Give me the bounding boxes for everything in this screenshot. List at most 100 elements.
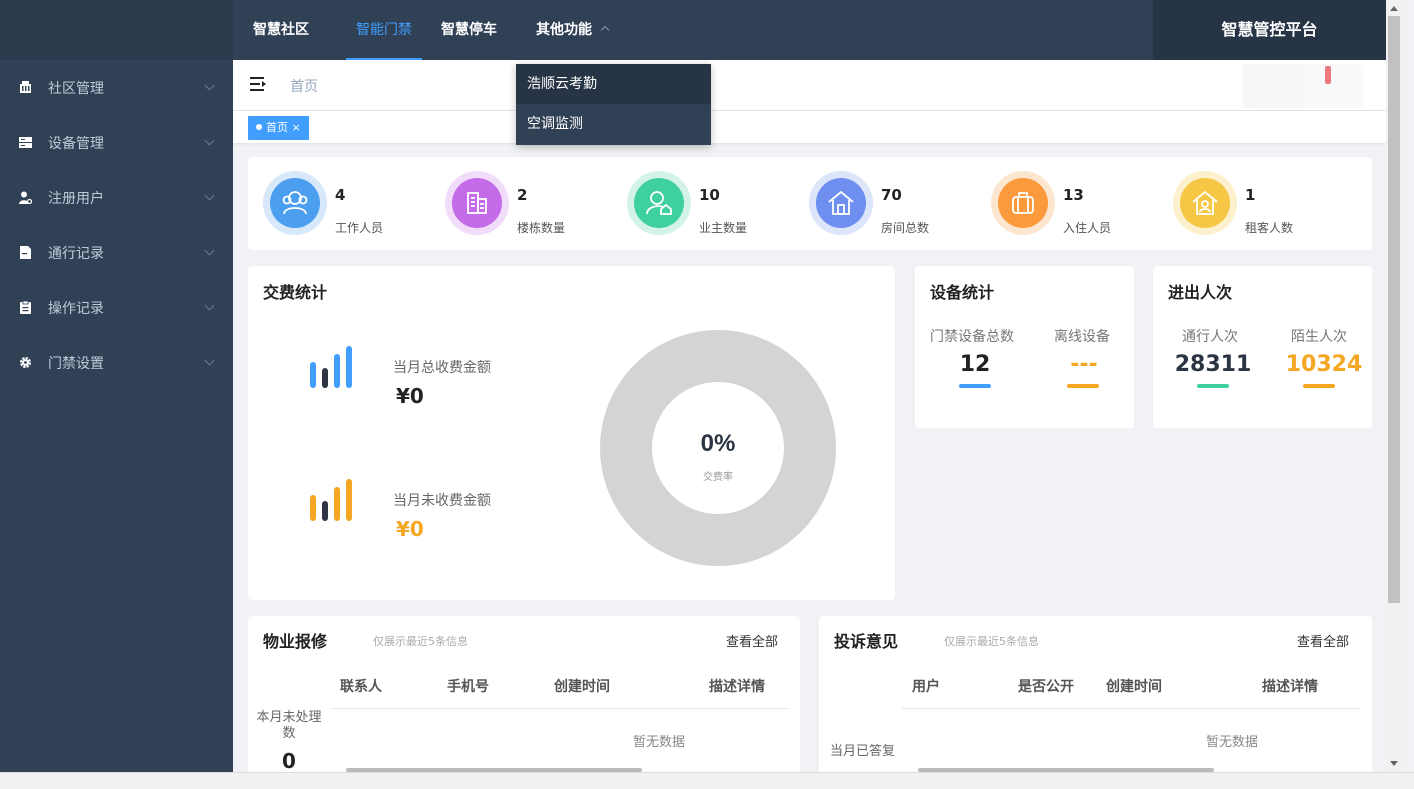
user-icon xyxy=(18,191,32,205)
complaints-col-user: 用户 xyxy=(912,679,940,695)
complaints-card: 投诉意见 仅展示最近5条信息 查看全部 用户 是否公开 创建时间 描述详情 当月… xyxy=(819,616,1372,772)
device-offline-value: --- xyxy=(1070,352,1098,377)
stat-buildings-num: 2 xyxy=(517,186,528,204)
sidebar-item-label: 社区管理 xyxy=(48,80,104,97)
chevron-down-icon xyxy=(204,300,215,311)
summary-stats-card: 4 工作人员 2 楼栋数量 10 业主数量 70 房间总数 13 入住人员 1 … xyxy=(248,157,1372,250)
breadcrumb[interactable]: 首页 xyxy=(290,76,318,96)
traffic-stats-title: 进出人次 xyxy=(1168,283,1233,302)
tab-smart-access[interactable]: 智能门禁 xyxy=(346,0,422,60)
people-icon xyxy=(270,178,320,228)
building-icon xyxy=(18,81,32,95)
chevron-down-icon xyxy=(204,135,215,146)
collected-value: ¥0 xyxy=(396,384,424,408)
document-icon xyxy=(18,246,32,260)
tab-other-functions[interactable]: 其他功能 xyxy=(536,0,610,60)
stat-staff-num: 4 xyxy=(335,186,346,204)
owner-icon xyxy=(634,178,684,228)
chevron-down-icon xyxy=(204,80,215,91)
top-navbar: 智慧社区 智能门禁 智慧停车 其他功能 智慧管控平台 xyxy=(233,0,1386,60)
donut-rate-value: 0% xyxy=(701,430,736,457)
stat-owners-num: 10 xyxy=(699,186,720,204)
menu-toggle-icon[interactable] xyxy=(250,77,266,91)
dropdown-item-ac-monitor[interactable]: 空调监测 xyxy=(516,104,711,144)
page-vertical-scrollbar[interactable] xyxy=(1386,0,1404,772)
main-content: 4 工作人员 2 楼栋数量 10 业主数量 70 房间总数 13 入住人员 1 … xyxy=(233,143,1386,772)
sidebar-item-access-records[interactable]: 通行记录 xyxy=(0,225,233,280)
sidebar: 社区管理 设备管理 注册用户 通行记录 操作记录 门禁设置 xyxy=(0,0,233,772)
tag-home[interactable]: 首页 × xyxy=(248,116,309,140)
device-total-label: 门禁设备总数 xyxy=(930,329,1014,345)
stat-tenants: 1 租客人数 xyxy=(1158,163,1338,243)
complaints-view-all-link[interactable]: 查看全部 xyxy=(1297,631,1349,650)
repairs-note: 仅展示最近5条信息 xyxy=(373,635,468,648)
avatar[interactable] xyxy=(1242,64,1364,108)
tab-other-functions-label: 其他功能 xyxy=(536,22,592,38)
complaints-answered-label: 当月已答复 xyxy=(829,744,895,759)
breadcrumb-bar: 首页 xyxy=(233,60,1386,111)
sidebar-item-devices[interactable]: 设备管理 xyxy=(0,115,233,170)
scroll-up-arrow-icon[interactable] xyxy=(1390,6,1398,11)
stat-residents: 13 入住人员 xyxy=(976,163,1156,243)
complaints-col-public: 是否公开 xyxy=(1018,679,1074,695)
complaints-title: 投诉意见 xyxy=(834,632,899,651)
repairs-view-all-link[interactable]: 查看全部 xyxy=(726,631,778,650)
stat-buildings-icon-bg xyxy=(445,171,509,235)
platform-title: 智慧管控平台 xyxy=(1153,0,1386,60)
stat-tenants-label: 租客人数 xyxy=(1245,221,1294,235)
house-icon xyxy=(816,178,866,228)
dropdown-item-attendance[interactable]: 浩顺云考勤 xyxy=(516,64,711,104)
stat-buildings-label: 楼栋数量 xyxy=(517,221,566,235)
pass-count-underline xyxy=(1197,384,1229,388)
device-stats-title: 设备统计 xyxy=(930,283,995,302)
collected-label: 当月总收费金额 xyxy=(393,360,491,376)
sidebar-item-access-settings[interactable]: 门禁设置 xyxy=(0,335,233,390)
tenant-house-icon xyxy=(1180,178,1230,228)
device-offline-label: 离线设备 xyxy=(1054,329,1110,345)
repairs-title: 物业报修 xyxy=(263,632,328,651)
sidebar-item-label: 注册用户 xyxy=(48,190,104,207)
complaints-note: 仅展示最近5条信息 xyxy=(944,635,1039,648)
repairs-unprocessed-value: 0 xyxy=(282,749,296,772)
stat-staff-label: 工作人员 xyxy=(335,221,384,235)
fee-stats-card: 交费统计 当月总收费金额 ¥0 当月未收费金额 ¥0 0% 交费率 xyxy=(248,266,895,600)
pass-count-label: 通行人次 xyxy=(1182,329,1238,345)
stranger-count-label: 陌生人次 xyxy=(1291,329,1347,345)
sidebar-item-label: 设备管理 xyxy=(48,135,104,152)
bar-chart-icon-orange xyxy=(308,479,358,521)
stat-tenants-num: 1 xyxy=(1245,186,1256,204)
chevron-down-icon xyxy=(204,190,215,201)
complaints-col-created: 创建时间 xyxy=(1106,679,1162,695)
device-stats-card: 设备统计 门禁设备总数 12 离线设备 --- xyxy=(915,266,1134,428)
sidebar-item-operation-log[interactable]: 操作记录 xyxy=(0,280,233,335)
repairs-col-contact: 联系人 xyxy=(340,679,382,695)
repairs-empty-text: 暂无数据 xyxy=(633,735,686,750)
luggage-icon xyxy=(998,178,1048,228)
building-icon xyxy=(452,178,502,228)
tab-smart-parking[interactable]: 智慧停车 xyxy=(441,0,497,60)
donut-rate-label: 交费率 xyxy=(703,470,733,483)
stranger-count-underline xyxy=(1303,384,1335,388)
stat-rooms-icon-bg xyxy=(809,171,873,235)
tag-home-label: 首页 × xyxy=(266,121,301,134)
gear-icon xyxy=(18,356,32,370)
stat-owners-label: 业主数量 xyxy=(699,221,748,235)
stat-staff-icon-bg xyxy=(263,171,327,235)
sidebar-item-users[interactable]: 注册用户 xyxy=(0,170,233,225)
tab-smart-community[interactable]: 智慧社区 xyxy=(253,0,309,60)
stat-owners-icon-bg xyxy=(627,171,691,235)
complaints-empty-text: 暂无数据 xyxy=(1206,735,1259,750)
other-functions-dropdown: 浩顺云考勤 空调监测 xyxy=(516,64,711,145)
tags-bar: 首页 × xyxy=(233,111,1386,143)
scroll-down-arrow-icon[interactable] xyxy=(1390,761,1398,766)
uncollected-value: ¥0 xyxy=(396,517,424,541)
complaints-header-divider xyxy=(902,708,1360,709)
payment-rate-donut: 0% 交费率 xyxy=(600,330,836,566)
sidebar-item-label: 门禁设置 xyxy=(48,355,104,372)
traffic-stats-card: 进出人次 通行人次 28311 陌生人次 10324 xyxy=(1153,266,1372,428)
stat-owners: 10 业主数量 xyxy=(612,163,792,243)
sidebar-item-community[interactable]: 社区管理 xyxy=(0,60,233,115)
repairs-col-created: 创建时间 xyxy=(554,679,610,695)
sidebar-item-label: 操作记录 xyxy=(48,300,104,317)
scrollbar-thumb[interactable] xyxy=(1388,16,1400,603)
